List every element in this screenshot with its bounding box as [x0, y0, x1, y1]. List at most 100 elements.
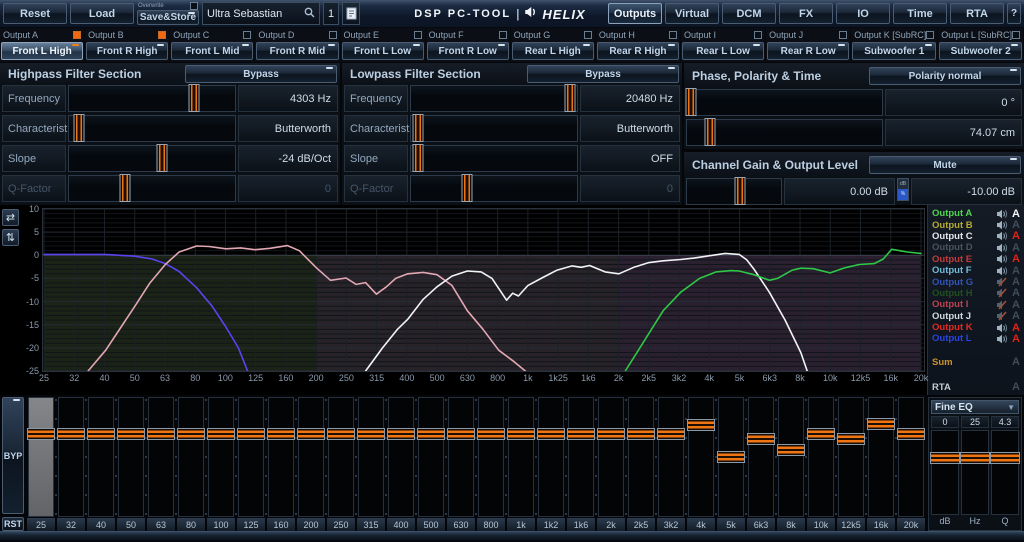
fine-eq-slider-hz[interactable]: [961, 430, 989, 515]
channel-a-toggle[interactable]: A: [1011, 208, 1021, 220]
eq-band-handle[interactable]: [27, 428, 55, 440]
channel-button-front-r-mid[interactable]: Front R Mid: [256, 42, 338, 60]
eq-band-handle[interactable]: [357, 428, 385, 440]
eq-band-handle[interactable]: [867, 418, 895, 430]
legend-output-h-label[interactable]: Output H: [932, 288, 992, 299]
eq-band-handle[interactable]: [297, 428, 325, 440]
speaker-icon[interactable]: [995, 254, 1008, 264]
channel-button-rear-l-high[interactable]: Rear L High: [512, 42, 594, 60]
top-nav-time[interactable]: Time: [893, 3, 947, 24]
eq-band-slider[interactable]: [628, 397, 654, 517]
eq-band-slider[interactable]: [538, 397, 564, 517]
speaker-icon[interactable]: [995, 220, 1008, 230]
legend-output-c[interactable]: Output CA: [932, 231, 1021, 242]
eq-band-handle[interactable]: [387, 428, 415, 440]
fine-eq-value-db[interactable]: 0: [931, 416, 959, 428]
eq-band-handle[interactable]: [657, 428, 685, 440]
channel-a-toggle[interactable]: A: [1011, 356, 1021, 368]
fine-eq-header[interactable]: Fine EQ ▼: [931, 400, 1019, 414]
speaker-muted-icon[interactable]: [995, 288, 1008, 298]
legend-output-l[interactable]: Output L A: [932, 333, 1021, 344]
highpass-slider-handle[interactable]: [156, 144, 167, 172]
channel-button-rear-r-low[interactable]: Rear R Low: [767, 42, 849, 60]
eq-band-handle[interactable]: [717, 451, 745, 463]
channel-button-front-l-mid[interactable]: Front L Mid: [171, 42, 253, 60]
legend-output-l-label[interactable]: Output L: [932, 333, 992, 344]
setup-name-field[interactable]: Ultra Sebastian: [202, 2, 320, 25]
speaker-muted-icon[interactable]: [995, 300, 1008, 310]
highpass-slider[interactable]: [68, 85, 236, 112]
speaker-icon[interactable]: [995, 243, 1008, 253]
eq-band-handle[interactable]: [237, 428, 265, 440]
channel-button-front-l-high[interactable]: Front L High: [1, 42, 83, 60]
eq-band-handle[interactable]: [687, 419, 715, 431]
output-checkbox[interactable]: [584, 31, 592, 39]
eq-band-handle[interactable]: [267, 428, 295, 440]
legend-output-f[interactable]: Output FA: [932, 265, 1021, 276]
legend-output-h[interactable]: Output HA: [932, 288, 1021, 299]
eq-band-slider[interactable]: [778, 397, 804, 517]
legend-output-i[interactable]: Output IA: [932, 299, 1021, 310]
top-nav-outputs[interactable]: Outputs: [608, 3, 662, 24]
eq-band-handle[interactable]: [177, 428, 205, 440]
fine-eq-handle[interactable]: [990, 452, 1020, 464]
channel-button-front-r-high[interactable]: Front R High: [86, 42, 168, 60]
eq-band-slider[interactable]: [748, 397, 774, 517]
channel-a-toggle[interactable]: A: [1011, 253, 1021, 265]
fine-eq-handle[interactable]: [930, 452, 960, 464]
lowpass-slider[interactable]: [410, 175, 578, 202]
channel-button-subwoofer-2[interactable]: Subwoofer 2: [939, 42, 1022, 60]
output-checkbox[interactable]: [414, 31, 422, 39]
eq-band-slider[interactable]: [118, 397, 144, 517]
output-checkbox[interactable]: [73, 31, 81, 39]
legend-output-i-label[interactable]: Output I: [932, 299, 992, 310]
channel-a-toggle[interactable]: A: [1011, 381, 1021, 393]
eq-band-handle[interactable]: [57, 428, 85, 440]
eq-band-slider[interactable]: [298, 397, 324, 517]
channel-button-subwoofer-1[interactable]: Subwoofer 1: [852, 42, 936, 60]
lowpass-slider-handle[interactable]: [412, 144, 423, 172]
highpass-slider[interactable]: [68, 175, 236, 202]
fine-eq-value-hz[interactable]: 25: [961, 416, 989, 428]
eq-band-slider[interactable]: [448, 397, 474, 517]
legend-rta[interactable]: RTAA: [932, 382, 1021, 393]
eq-band-handle[interactable]: [567, 428, 595, 440]
save-store-button[interactable]: Save&Store: [137, 10, 199, 25]
eq-band-handle[interactable]: [897, 428, 925, 440]
eq-band-slider[interactable]: [238, 397, 264, 517]
legend-sum[interactable]: SumA: [932, 357, 1021, 368]
output-checkbox[interactable]: [158, 31, 166, 39]
eq-band-slider[interactable]: [688, 397, 714, 517]
channel-button-rear-r-high[interactable]: Rear R High: [597, 42, 679, 60]
highpass-bypass-button[interactable]: Bypass: [185, 65, 337, 83]
eq-band-handle[interactable]: [507, 428, 535, 440]
eq-band-slider[interactable]: [718, 397, 744, 517]
legend-output-c-label[interactable]: Output C: [932, 231, 992, 242]
highpass-slider[interactable]: [68, 115, 236, 142]
eq-band-slider[interactable]: [388, 397, 414, 517]
legend-output-b[interactable]: Output BA: [932, 219, 1021, 230]
legend-output-b-label[interactable]: Output B: [932, 220, 992, 231]
eq-band-slider[interactable]: [418, 397, 444, 517]
channel-button-front-r-low[interactable]: Front R Low: [427, 42, 509, 60]
lowpass-slider[interactable]: [410, 85, 578, 112]
eq-band-slider[interactable]: [598, 397, 624, 517]
output-checkbox[interactable]: [499, 31, 507, 39]
eq-band-slider[interactable]: [58, 397, 84, 517]
legend-output-e[interactable]: Output EA: [932, 254, 1021, 265]
overwrite-checkbox[interactable]: [190, 2, 198, 10]
eq-band-handle[interactable]: [147, 428, 175, 440]
lowpass-slider-handle[interactable]: [462, 174, 473, 202]
legend-output-d[interactable]: Output DA: [932, 242, 1021, 253]
gain-slider[interactable]: [686, 178, 782, 205]
channel-a-toggle[interactable]: A: [1011, 333, 1021, 345]
eq-band-slider[interactable]: [508, 397, 534, 517]
legend-output-j-label[interactable]: Output J: [932, 311, 992, 322]
legend-output-d-label[interactable]: Output D: [932, 242, 992, 253]
eq-band-handle[interactable]: [627, 428, 655, 440]
output-checkbox[interactable]: [754, 31, 762, 39]
output-checkbox[interactable]: [839, 31, 847, 39]
output-checkbox[interactable]: [1012, 31, 1020, 39]
highpass-slider-handle[interactable]: [188, 84, 199, 112]
channel-a-toggle[interactable]: A: [1011, 265, 1021, 277]
